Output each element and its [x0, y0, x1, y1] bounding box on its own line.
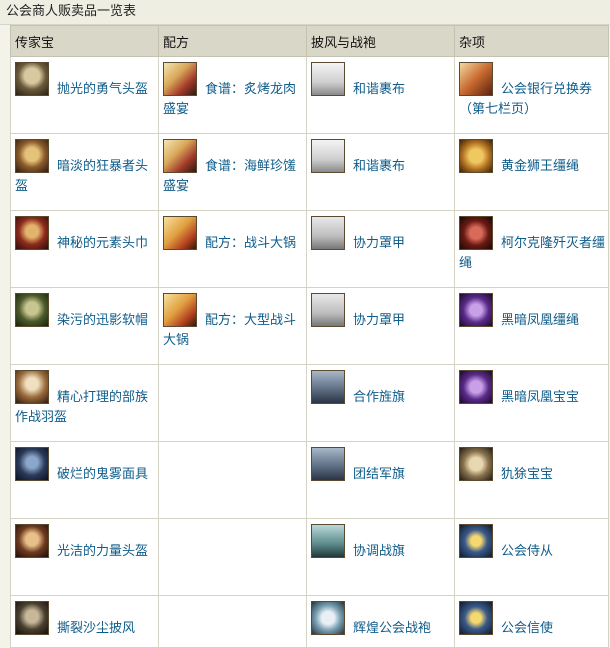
item-name-link[interactable]: 黑暗凤凰缰绳: [501, 313, 579, 328]
item-name-link[interactable]: 黑暗凤凰宝宝: [501, 390, 579, 405]
item-cell-recipe[interactable]: 食谱：炙烤龙肉盛宴: [158, 56, 307, 134]
item-cell-cloak[interactable]: 协调战旗: [306, 518, 455, 596]
item-name-link[interactable]: 和谐裹布: [353, 82, 405, 97]
item-icon[interactable]: [15, 447, 49, 481]
item-icon[interactable]: [459, 447, 493, 481]
item-name-link[interactable]: 染污的迅影软帽: [57, 313, 148, 328]
item-cell-recipe[interactable]: 配方：战斗大锅: [158, 210, 307, 288]
item-cell-heirloom[interactable]: 撕裂沙尘披风: [10, 595, 159, 648]
item-icon[interactable]: [311, 62, 345, 96]
item-cell-heirloom[interactable]: 抛光的勇气头盔: [10, 56, 159, 134]
item-name-link[interactable]: 公会信使: [501, 621, 553, 636]
item-cell-heirloom[interactable]: 精心打理的部族作战羽盔: [10, 364, 159, 442]
item-cell-recipe: [158, 441, 307, 519]
item-cell-cloak[interactable]: 和谐裹布: [306, 133, 455, 211]
item-icon[interactable]: [15, 293, 49, 327]
item-icon[interactable]: [459, 524, 493, 558]
item-cell-cloak[interactable]: 团结军旗: [306, 441, 455, 519]
item-name-link[interactable]: 协力罩甲: [353, 236, 405, 251]
item-name-link[interactable]: 合作旌旗: [353, 390, 405, 405]
item-name-link[interactable]: 神秘的元素头巾: [57, 236, 148, 251]
table-row: 暗淡的狂暴者头盔 食谱：海鲜珍馐盛宴 和谐裹布 黄金狮王缰绳: [10, 133, 609, 211]
item-name-link[interactable]: 抛光的勇气头盔: [57, 82, 148, 97]
item-icon[interactable]: [15, 62, 49, 96]
item-icon[interactable]: [15, 216, 49, 250]
item-cell-recipe: [158, 364, 307, 442]
item-icon[interactable]: [163, 293, 197, 327]
item-icon[interactable]: [459, 293, 493, 327]
item-cell-recipe[interactable]: 配方：大型战斗大锅: [158, 287, 307, 365]
item-cell-heirloom[interactable]: 暗淡的狂暴者头盔: [10, 133, 159, 211]
item-name-link[interactable]: 和谐裹布: [353, 159, 405, 174]
column-header-recipes: 配方: [158, 25, 307, 57]
vendor-items-table: 传家宝 配方 披风与战袍 杂项 抛光的勇气头盔 食谱：炙烤龙肉盛宴 和谐裹布 公会银行…: [10, 25, 609, 648]
table-body: 抛光的勇气头盔 食谱：炙烤龙肉盛宴 和谐裹布 公会银行兑换券（第七栏页） 暗淡的狂暴者头…: [10, 56, 609, 648]
header-row: 传家宝 配方 披风与战袍 杂项: [10, 25, 609, 57]
table-row: 染污的迅影软帽 配方：大型战斗大锅 协力罩甲 黑暗凤凰缰绳: [10, 287, 609, 365]
table-row: 抛光的勇气头盔 食谱：炙烤龙肉盛宴 和谐裹布 公会银行兑换券（第七栏页）: [10, 56, 609, 134]
item-icon[interactable]: [163, 139, 197, 173]
item-name-link[interactable]: 辉煌公会战袍: [353, 621, 431, 636]
table-caption: 公会商人贩卖品一览表: [0, 0, 610, 25]
item-cell-cloak[interactable]: 和谐裹布: [306, 56, 455, 134]
item-name-link[interactable]: 协调战旗: [353, 544, 405, 559]
item-icon[interactable]: [15, 370, 49, 404]
item-icon[interactable]: [15, 139, 49, 173]
item-icon[interactable]: [459, 601, 493, 635]
column-header-misc: 杂项: [454, 25, 609, 57]
item-icon[interactable]: [311, 447, 345, 481]
item-cell-misc[interactable]: 犰狳宝宝: [454, 441, 609, 519]
table-row: 破烂的鬼雾面具 团结军旗 犰狳宝宝: [10, 441, 609, 519]
item-icon[interactable]: [15, 524, 49, 558]
item-name-link[interactable]: 光洁的力量头盔: [57, 544, 148, 559]
item-cell-recipe: [158, 518, 307, 596]
item-icon[interactable]: [459, 370, 493, 404]
item-icon[interactable]: [163, 216, 197, 250]
item-name-link[interactable]: 黄金狮王缰绳: [501, 159, 579, 174]
item-cell-heirloom[interactable]: 破烂的鬼雾面具: [10, 441, 159, 519]
item-icon[interactable]: [311, 601, 345, 635]
item-name-link[interactable]: 公会侍从: [501, 544, 553, 559]
item-cell-heirloom[interactable]: 染污的迅影软帽: [10, 287, 159, 365]
item-icon[interactable]: [459, 139, 493, 173]
item-icon[interactable]: [163, 62, 197, 96]
item-cell-recipe: [158, 595, 307, 648]
item-cell-misc[interactable]: 黄金狮王缰绳: [454, 133, 609, 211]
item-cell-misc[interactable]: 公会侍从: [454, 518, 609, 596]
item-cell-misc[interactable]: 黑暗凤凰宝宝: [454, 364, 609, 442]
table-row: 撕裂沙尘披风 辉煌公会战袍 公会信使: [10, 595, 609, 648]
item-cell-misc[interactable]: 公会信使: [454, 595, 609, 648]
item-cell-cloak[interactable]: 合作旌旗: [306, 364, 455, 442]
item-cell-cloak[interactable]: 协力罩甲: [306, 287, 455, 365]
item-cell-misc[interactable]: 公会银行兑换券（第七栏页）: [454, 56, 609, 134]
item-icon[interactable]: [311, 139, 345, 173]
table-row: 神秘的元素头巾 配方：战斗大锅 协力罩甲 柯尔克隆歼灭者缰绳: [10, 210, 609, 288]
column-header-cloaks-tabards: 披风与战袍: [306, 25, 455, 57]
table-row: 精心打理的部族作战羽盔 合作旌旗 黑暗凤凰宝宝: [10, 364, 609, 442]
item-cell-heirloom[interactable]: 神秘的元素头巾: [10, 210, 159, 288]
column-header-heirlooms: 传家宝: [10, 25, 159, 57]
item-name-link[interactable]: 协力罩甲: [353, 313, 405, 328]
item-name-link[interactable]: 撕裂沙尘披风: [57, 621, 135, 636]
item-name-link[interactable]: 犰狳宝宝: [501, 467, 553, 482]
item-cell-cloak[interactable]: 辉煌公会战袍: [306, 595, 455, 648]
item-icon[interactable]: [311, 216, 345, 250]
item-cell-misc[interactable]: 柯尔克隆歼灭者缰绳: [454, 210, 609, 288]
item-cell-cloak[interactable]: 协力罩甲: [306, 210, 455, 288]
item-name-link[interactable]: 团结军旗: [353, 467, 405, 482]
item-name-link[interactable]: 破烂的鬼雾面具: [57, 467, 148, 482]
item-cell-recipe[interactable]: 食谱：海鲜珍馐盛宴: [158, 133, 307, 211]
item-cell-heirloom[interactable]: 光洁的力量头盔: [10, 518, 159, 596]
item-icon[interactable]: [15, 601, 49, 635]
item-icon[interactable]: [459, 216, 493, 250]
item-icon[interactable]: [459, 62, 493, 96]
item-cell-misc[interactable]: 黑暗凤凰缰绳: [454, 287, 609, 365]
item-icon[interactable]: [311, 524, 345, 558]
table-row: 光洁的力量头盔 协调战旗 公会侍从: [10, 518, 609, 596]
item-name-link[interactable]: 配方：战斗大锅: [205, 236, 296, 251]
item-icon[interactable]: [311, 293, 345, 327]
item-icon[interactable]: [311, 370, 345, 404]
